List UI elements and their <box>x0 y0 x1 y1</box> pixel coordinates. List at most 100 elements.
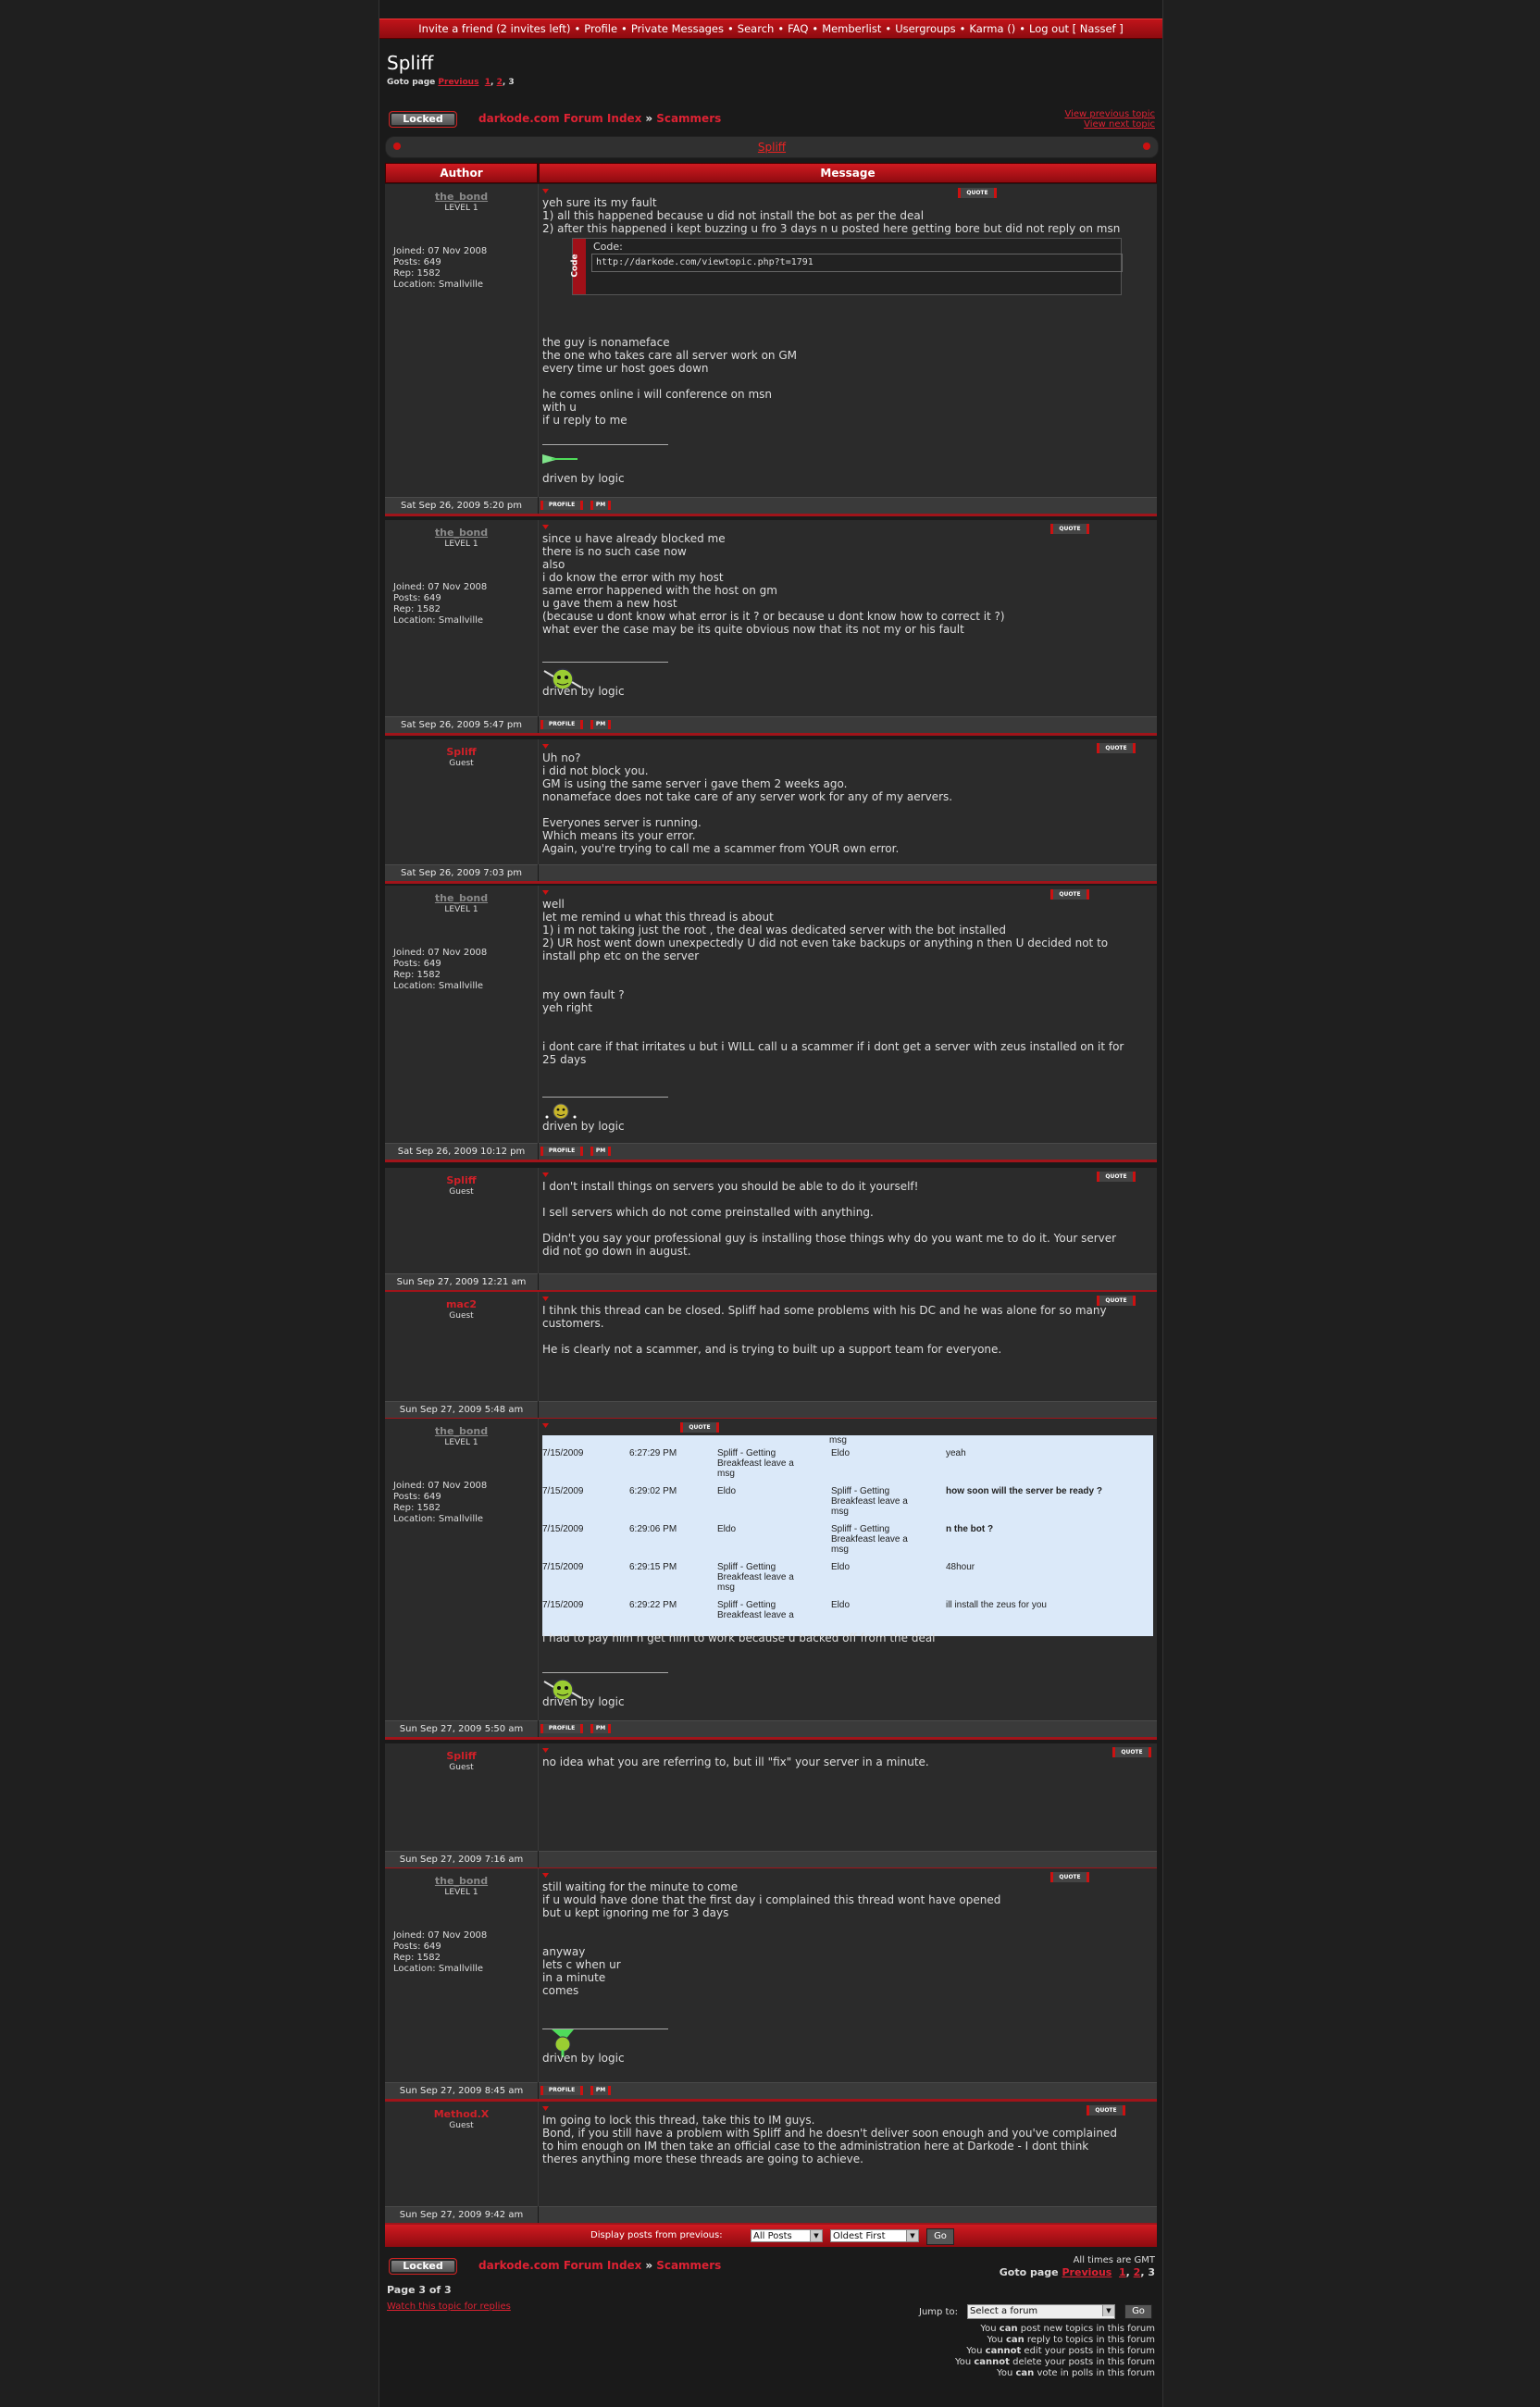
previous-page-link[interactable]: Previous <box>1062 2266 1112 2278</box>
nav-link-3[interactable]: Search <box>738 22 775 35</box>
author-info-line: Posts: 649 <box>393 1492 441 1502</box>
display-go-button[interactable]: Go <box>926 2228 954 2245</box>
breadcrumb-forum-index[interactable]: darkode.com Forum Index <box>478 112 641 125</box>
page-link-2[interactable]: 2 <box>497 78 503 87</box>
signature: driven by logic <box>542 472 625 485</box>
pm-button[interactable]: PM <box>590 501 611 510</box>
author-info-line: Rep: 1582 <box>393 970 441 980</box>
quote-button[interactable]: QUOTE <box>1050 1872 1089 1882</box>
profile-button[interactable]: PROFILE <box>540 2086 583 2095</box>
nav-separator: • <box>812 22 819 35</box>
pm-button[interactable]: PM <box>590 1724 611 1733</box>
quote-button[interactable]: QUOTE <box>1112 1747 1151 1757</box>
topic-title-link[interactable]: Spliff <box>758 141 786 154</box>
nav-link-1[interactable]: Profile <box>584 22 617 35</box>
pm-button[interactable]: PM <box>590 2086 611 2095</box>
author-name[interactable]: the_bond <box>385 191 538 203</box>
watch-topic-link[interactable]: Watch this topic for replies <box>387 2302 511 2312</box>
post-icon[interactable] <box>542 1748 549 1753</box>
post-icon[interactable] <box>542 890 549 895</box>
view-next-topic-link[interactable]: View next topic <box>1064 119 1155 130</box>
author-name[interactable]: Method.X <box>385 2108 538 2120</box>
top-navigation: Invite a friend (2 invites left) • Profile… <box>379 19 1162 39</box>
page-wrapper: Invite a friend (2 invites left) • Profile… <box>379 0 1163 2407</box>
post-icon[interactable] <box>542 1423 549 1428</box>
locked-button[interactable]: Locked <box>389 111 457 128</box>
author-name[interactable]: the_bond <box>385 1875 538 1887</box>
view-previous-topic-link[interactable]: View previous topic <box>1064 109 1155 119</box>
permission-line: You can reply to topics in this forum <box>955 2335 1155 2346</box>
post-body-continued: the guy is nonameface the one who takes … <box>542 336 797 427</box>
post-author-panel: Spliff Guest <box>385 1743 539 1851</box>
nav-link-7[interactable]: Karma () <box>969 22 1015 35</box>
signature: driven by logic <box>542 1120 625 1133</box>
locked-button-bottom[interactable]: Locked <box>389 2258 457 2275</box>
permission-verb: cannot <box>974 2357 1010 2367</box>
bullet-icon <box>1143 143 1150 150</box>
page-link-1[interactable]: 1 <box>485 78 491 87</box>
author-info-line: Joined: 07 Nov 2008 <box>393 582 488 592</box>
nav-link-2[interactable]: Private Messages <box>631 22 724 35</box>
forum-select[interactable]: Select a forum ▼ <box>967 2304 1115 2319</box>
post: Spliff Guest QUOTE I don't install things o… <box>385 1168 1157 1294</box>
post-icon[interactable] <box>542 2106 549 2111</box>
jump-go-button[interactable]: Go <box>1124 2304 1152 2319</box>
breadcrumb-forum-index[interactable]: darkode.com Forum Index <box>478 2259 641 2272</box>
table-cell: Spliff - Getting Breakfeast leave a msg <box>831 1524 908 1555</box>
author-column-header: Author <box>385 163 538 183</box>
post-body: i had to pay him n get him to work becau… <box>542 1632 936 1644</box>
author-info-line: Posts: 649 <box>393 257 441 267</box>
table-cell: Eldo <box>717 1486 737 1496</box>
post-divider <box>385 881 1157 884</box>
code-block-side: Code <box>571 239 586 294</box>
post-message: QUOTE still waiting for the minute to com… <box>539 1868 1157 2082</box>
pm-button[interactable]: PM <box>590 1147 611 1156</box>
author-name[interactable]: Spliff <box>385 746 538 758</box>
author-name[interactable]: the_bond <box>385 527 538 539</box>
nav-link-8[interactable]: Log out [ Nassef ] <box>1029 22 1124 35</box>
quote-button[interactable]: QUOTE <box>1097 743 1136 753</box>
breadcrumb-forum[interactable]: Scammers <box>656 112 721 125</box>
profile-button[interactable]: PROFILE <box>540 720 583 729</box>
nav-link-6[interactable]: Usergroups <box>895 22 955 35</box>
author-name[interactable]: the_bond <box>385 1425 538 1437</box>
page-link-1[interactable]: 1 <box>1119 2266 1126 2278</box>
post-icon[interactable] <box>542 744 549 749</box>
post-icon[interactable] <box>542 189 549 193</box>
profile-button[interactable]: PROFILE <box>540 1147 583 1156</box>
profile-button[interactable]: PROFILE <box>540 501 583 510</box>
post-body: Uh no? i did not block you. GM is using … <box>542 751 953 855</box>
table-row: 7/15/2009 6:29:15 PM Spliff - Getting Brea… <box>542 1560 1153 1598</box>
display-options-bar: Display posts from previous: All Posts ▼ … <box>385 2225 1157 2247</box>
author-info-line: Posts: 649 <box>393 593 441 603</box>
chevron-down-icon: ▼ <box>810 2230 822 2241</box>
quote-button[interactable]: QUOTE <box>680 1422 719 1433</box>
quote-button[interactable]: QUOTE <box>1050 524 1089 534</box>
author-name[interactable]: mac2 <box>385 1298 538 1310</box>
nav-link-5[interactable]: Memberlist <box>822 22 881 35</box>
previous-page-link[interactable]: Previous <box>438 78 478 87</box>
pm-button[interactable]: PM <box>590 720 611 729</box>
breadcrumb-forum[interactable]: Scammers <box>656 2259 721 2272</box>
forum-select-value: Select a forum <box>970 2306 1038 2316</box>
profile-button[interactable]: PROFILE <box>540 1724 583 1733</box>
post-icon[interactable] <box>542 1172 549 1177</box>
code-content: http://darkode.com/viewtopic.php?t=1791 <box>591 254 1123 272</box>
author-name[interactable]: Spliff <box>385 1750 538 1762</box>
post-message: QUOTE I don't install things on servers y… <box>539 1168 1157 1273</box>
table-cell: 6:29:22 PM <box>629 1600 677 1610</box>
nav-link-4[interactable]: FAQ <box>788 22 808 35</box>
author-name[interactable]: Spliff <box>385 1174 538 1186</box>
post-icon[interactable] <box>542 1297 549 1301</box>
nav-separator: • <box>1019 22 1025 35</box>
post-filter-select[interactable]: All Posts ▼ <box>751 2229 823 2242</box>
sort-order-select[interactable]: Oldest First ▼ <box>830 2229 919 2242</box>
page-link-2[interactable]: 2 <box>1134 2266 1141 2278</box>
author-name[interactable]: the_bond <box>385 892 538 904</box>
post-icon[interactable] <box>542 1873 549 1878</box>
nav-link-0[interactable]: Invite a friend (2 invites left) <box>418 22 570 35</box>
table-cell: Spliff - Getting Breakfeast leave a msg <box>717 1448 794 1479</box>
post-icon[interactable] <box>542 525 549 529</box>
table-cell: how soon will the server be ready ? <box>946 1486 1102 1496</box>
post-message: QUOTE yeh sure its my fault 1) all this h… <box>539 184 1157 497</box>
